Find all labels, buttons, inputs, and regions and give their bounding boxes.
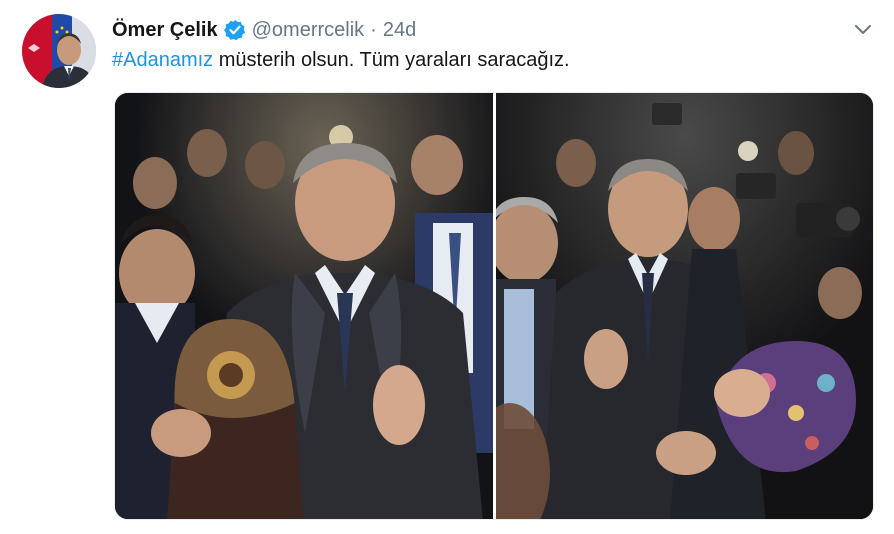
tweet-header: Ömer Çelik @omerrcelik · 24d bbox=[112, 16, 416, 44]
avatar-image bbox=[22, 14, 96, 88]
tweet: Ömer Çelik @omerrcelik · 24d #Adanamız m… bbox=[0, 0, 894, 534]
verified-badge-icon bbox=[223, 19, 246, 41]
separator-dot: · bbox=[370, 18, 377, 41]
author-handle[interactable]: @omerrcelik bbox=[252, 19, 365, 42]
tweet-text: #Adanamız müsterih olsun. Tüm yaraları s… bbox=[112, 49, 570, 72]
photo-right[interactable] bbox=[496, 93, 873, 519]
avatar[interactable] bbox=[22, 14, 96, 88]
hashtag-link[interactable]: #Adanamız bbox=[112, 49, 213, 71]
photo-left[interactable] bbox=[115, 93, 493, 519]
chevron-down-icon[interactable] bbox=[852, 20, 874, 38]
tweet-text-body: müsterih olsun. Tüm yaraları saracağız. bbox=[213, 49, 570, 71]
timestamp[interactable]: 24d bbox=[383, 19, 416, 42]
tweet-media bbox=[114, 92, 874, 520]
author-name[interactable]: Ömer Çelik bbox=[112, 19, 218, 42]
